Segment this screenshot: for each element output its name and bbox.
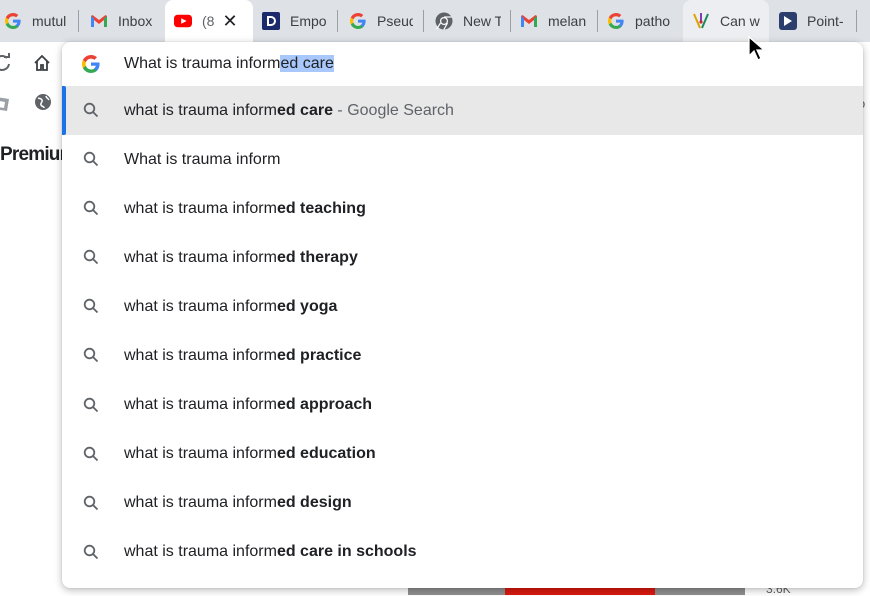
tab-inbox[interactable]: Inbox [90,0,156,42]
search-icon [83,102,99,118]
tab-point[interactable]: Point- [779,0,847,42]
tab-label: Can w [720,13,760,29]
tab-label: Inbox [118,13,153,29]
chrome-icon [435,12,453,30]
suggestion-list: what is trauma informed care - Google Se… [62,86,863,577]
close-icon[interactable]: ✕ [222,12,237,30]
site-arrow-icon [779,12,797,30]
tab-label: Pseud [377,13,413,29]
tab-new-tab[interactable]: New T [435,0,501,42]
suggestion-text: what is trauma informed care - Google Se… [124,101,454,119]
tab-mutul[interactable]: mutul [4,0,68,42]
search-icon [83,347,99,363]
tab-youtube[interactable]: (8 ✕ [165,0,253,42]
address-bar[interactable]: What is trauma informed care [62,42,863,86]
suggestion-item[interactable]: what is trauma informed design [62,479,863,528]
tab-label: (8 [202,13,215,29]
search-icon [83,397,99,413]
tab-pseud[interactable]: Pseud [349,0,413,42]
search-icon [83,200,99,216]
suggestion-item[interactable]: what is trauma informed care - Google Se… [62,86,863,136]
tab-separator [856,10,857,32]
tab-label: Empo [290,13,327,29]
search-icon [83,249,99,265]
google-g-icon [349,12,367,30]
suggestion-text: what is trauma informed education [124,445,376,463]
reload-icon[interactable] [0,52,12,78]
tab-strip: mutul Inbox (8 ✕ Empo Pseud New T melan … [0,0,870,42]
omnibox-dropdown: What is trauma informed care what is tra… [62,42,863,588]
tab-separator [337,10,338,32]
search-icon [83,495,99,511]
gmail-icon [90,12,108,30]
suggestion-item[interactable]: what is trauma informed yoga [62,282,863,331]
suggestion-text: what is trauma informed design [124,494,352,512]
tab-separator [510,10,511,32]
tab-label: mutul [32,13,67,29]
typed-text: What is trauma inform [124,55,281,72]
search-icon [83,298,99,314]
suggestion-item[interactable]: what is trauma informed approach [62,381,863,430]
suggestion-item[interactable]: what is trauma informed care in schools [62,528,863,577]
address-input[interactable]: What is trauma informed care [124,54,334,74]
tab-separator [423,10,424,32]
mouse-cursor-icon [748,36,766,61]
suggestion-text: what is trauma informed teaching [124,199,366,217]
suggestion-item[interactable]: what is trauma informed therapy [62,233,863,282]
autocomplete-selection: ed care [280,55,334,72]
tab-label: New T [463,13,501,29]
globe-icon[interactable] [34,93,52,116]
tab-label: Point- [807,13,844,29]
bookmark-app-icon[interactable] [0,94,12,117]
suggestion-text: what is trauma informed approach [124,396,373,414]
tab-separator [597,10,598,32]
tab-empo[interactable]: Empo [262,0,328,42]
google-g-icon [4,12,22,30]
site-d-icon [262,12,280,30]
tab-separator [78,10,79,32]
google-g-icon [607,12,625,30]
suggestion-item[interactable]: What is trauma inform [62,135,863,184]
suggestion-text: what is trauma informed care in schools [124,543,417,561]
search-icon [83,446,99,462]
tab-melan[interactable]: melan [520,0,588,42]
suggestion-text: what is trauma informed therapy [124,248,358,266]
tab-label: patho [635,13,671,29]
suggestion-text: What is trauma inform [124,150,281,168]
search-icon [83,544,99,560]
tab-patho[interactable]: patho [607,0,673,42]
home-icon[interactable] [33,54,51,77]
suggestion-text: what is trauma informed yoga [124,297,338,315]
suggestion-item[interactable]: what is trauma informed practice [62,331,863,380]
youtube-icon [174,12,192,30]
tab-label: melan [548,13,587,29]
google-g-icon [82,55,100,73]
gmail-icon [520,12,538,30]
suggestion-text: what is trauma informed practice [124,347,362,365]
suggestion-item[interactable]: what is trauma informed teaching [62,184,863,233]
site-tree-icon [692,12,710,30]
suggestion-item[interactable]: what is trauma informed education [62,430,863,479]
search-icon [83,151,99,167]
